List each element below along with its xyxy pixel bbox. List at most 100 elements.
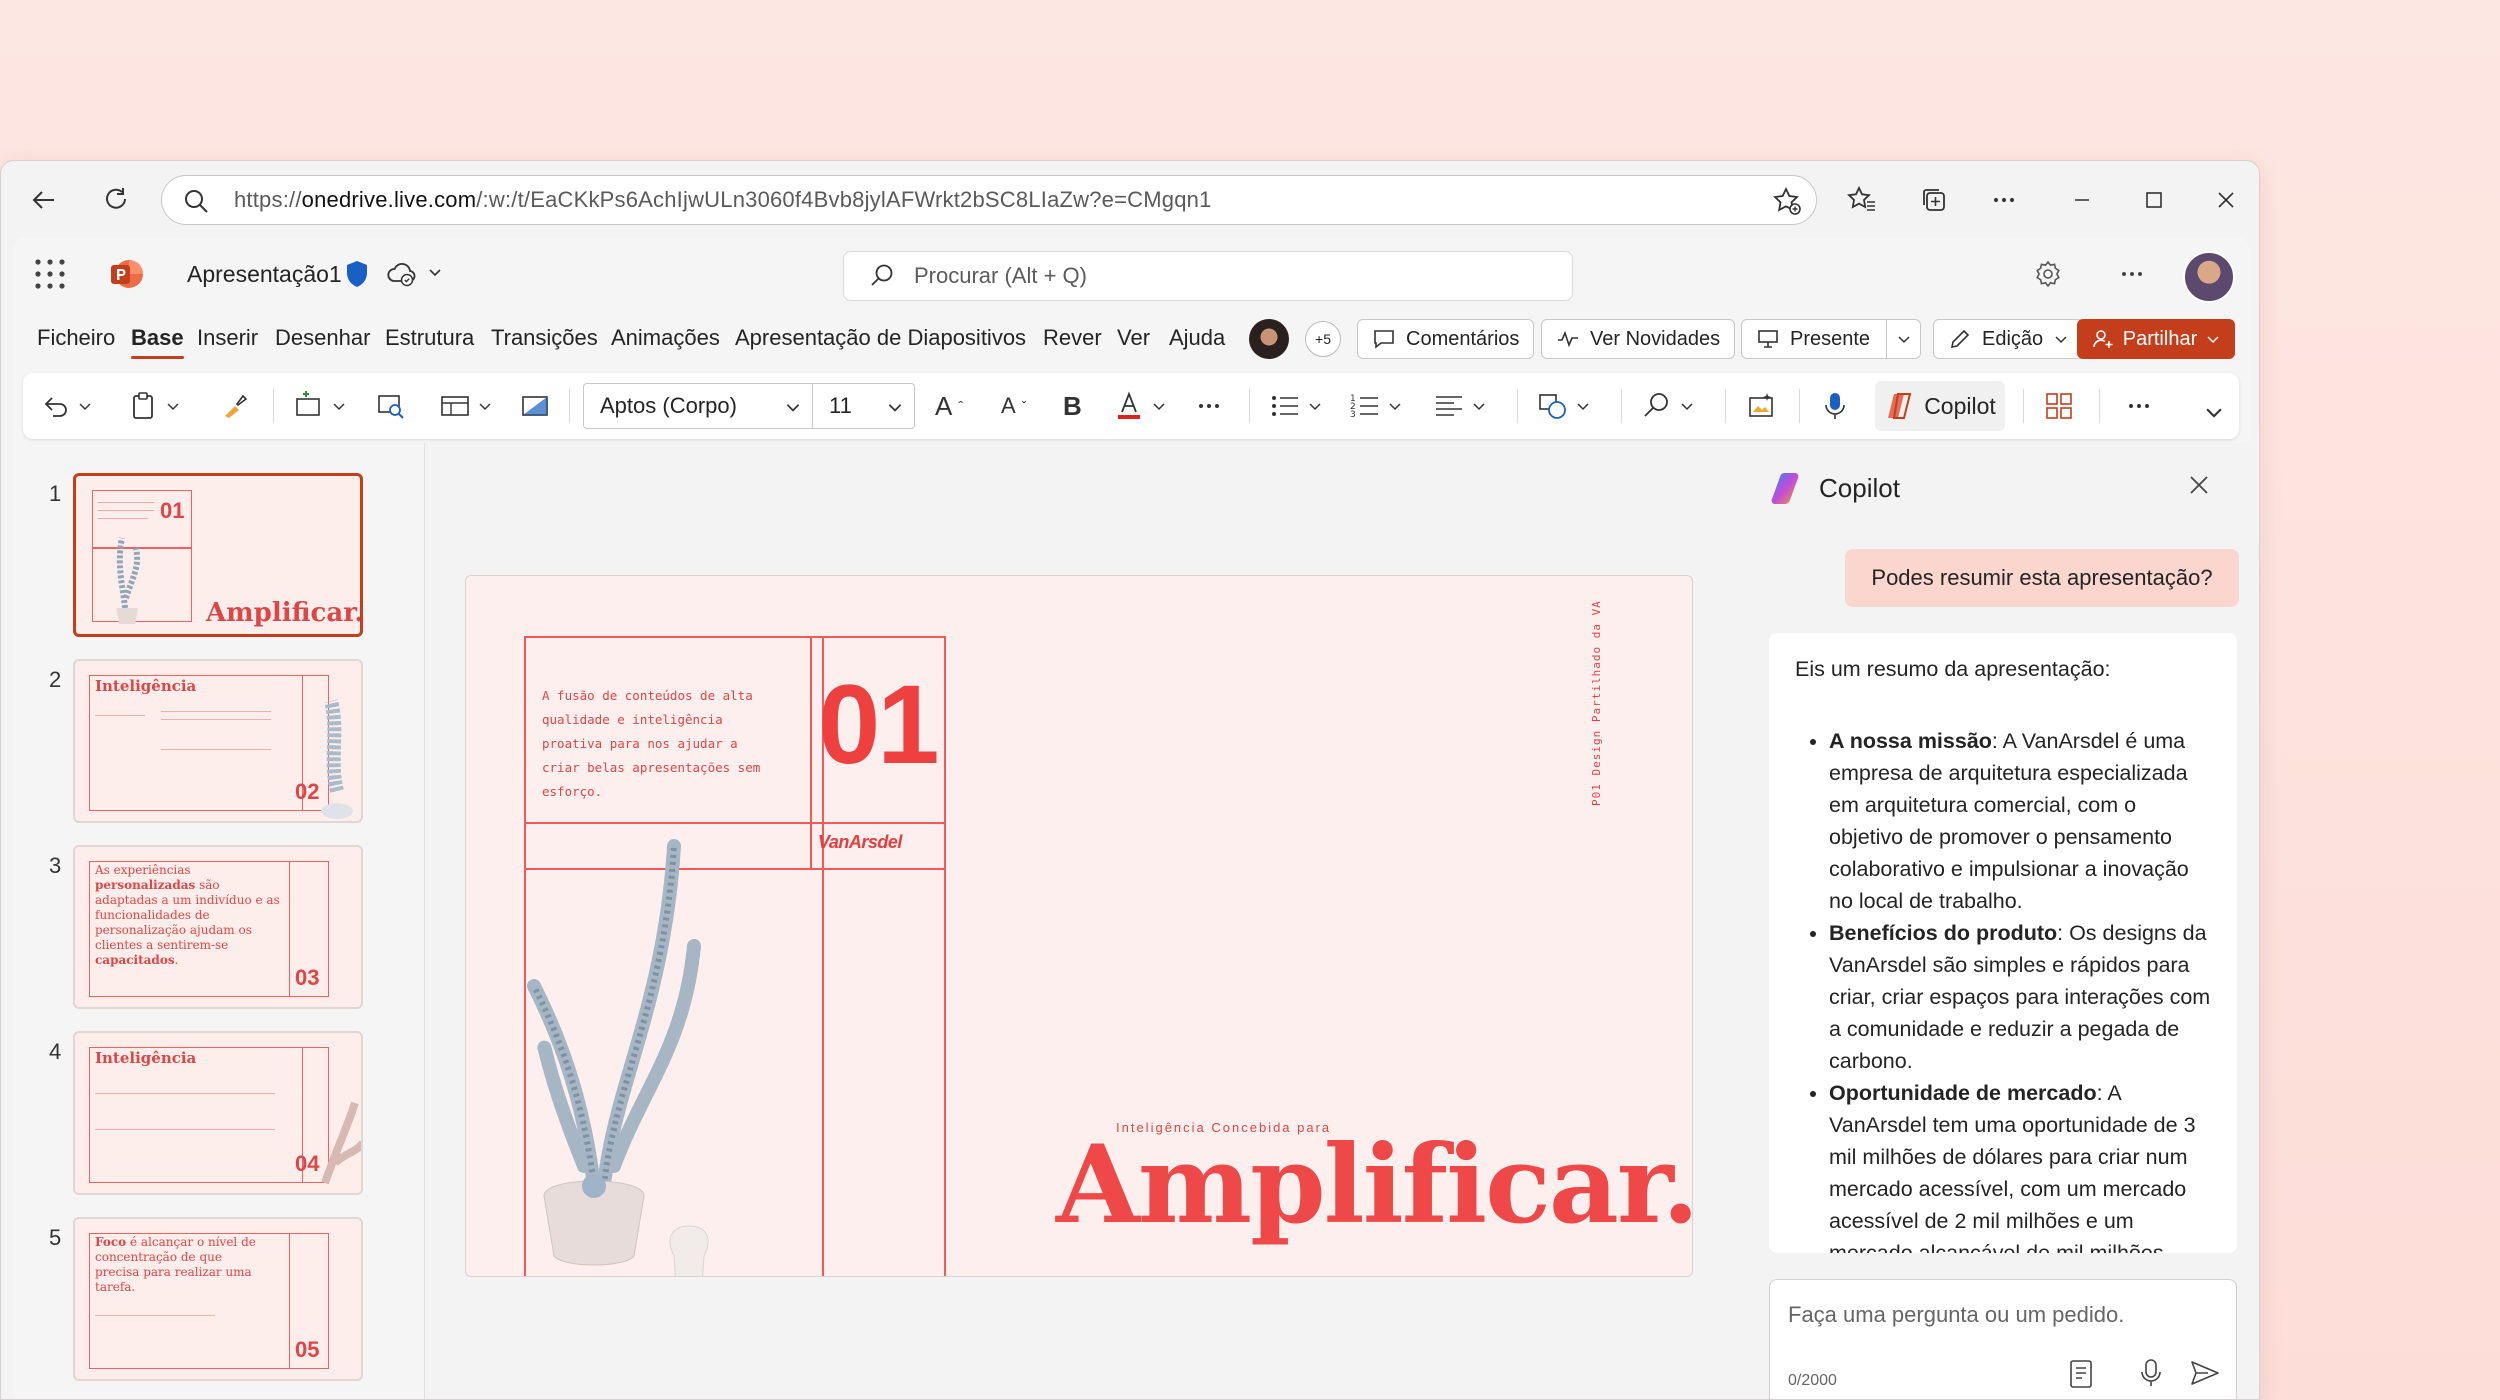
copilot-icon [1884,390,1916,422]
chevron-down-icon[interactable] [1886,319,1920,359]
add-ins-button[interactable] [2043,387,2075,425]
slide-number-large[interactable]: 01 [818,660,940,789]
format-painter-button[interactable] [219,387,251,425]
slide-thumbnail[interactable]: Inteligência 04 [73,1031,363,1195]
tab-desenhar[interactable]: Desenhar [275,325,370,351]
tab-transicoes[interactable]: Transições [491,325,598,351]
tab-base[interactable]: Base [131,325,184,359]
more-icon[interactable] [1985,181,2023,219]
find-button[interactable] [1641,387,1695,425]
align-button[interactable] [1433,387,1487,425]
slide-thumbnail[interactable]: Inteligência 02 [73,659,363,823]
thumbnail-slide-1[interactable]: 1 01 Amplificar. [13,473,425,649]
tab-ficheiro[interactable]: Ficheiro [37,325,115,351]
collaborator-avatar[interactable] [1249,319,1289,359]
bold-button[interactable]: B [1063,387,1082,425]
maximize-icon[interactable] [2135,181,2173,219]
tab-estrutura[interactable]: Estrutura [385,325,474,351]
font-size-select[interactable]: 11 [813,383,915,429]
dictate-button[interactable] [1819,387,1851,425]
thumb-text-line [95,1093,275,1094]
paste-button[interactable] [127,387,181,425]
chevron-down-icon [1471,398,1487,414]
font-family-select[interactable]: Aptos (Corpo) [583,383,813,429]
slide-thumbnail[interactable]: 01 Amplificar. [73,473,363,637]
separator [1249,389,1250,423]
copilot-button[interactable]: Copilot [1875,381,2005,431]
gear-icon[interactable] [2033,259,2063,289]
present-button[interactable]: Presente [1741,319,1921,359]
background-button[interactable] [519,387,551,425]
thumb-text-line [161,711,271,712]
tab-animacoes[interactable]: Animações [611,325,720,351]
chevron-down-icon [77,398,93,414]
tab-apresentacao[interactable]: Apresentação de Diapositivos [735,325,1026,351]
more-options-icon[interactable] [2117,259,2147,289]
search-input[interactable]: Procurar (Alt + Q) [843,251,1573,301]
user-avatar[interactable] [2183,251,2235,303]
tab-rever[interactable]: Rever [1043,325,1102,351]
app-launcher-icon[interactable] [33,257,67,291]
ribbon-toolbar: Aptos (Corpo) 11 Aˆ Aˇ B 1 2 3 Copilot [23,373,2239,439]
slide-title[interactable]: Amplificar. [1056,1122,1692,1248]
collections-icon[interactable] [1915,181,1953,219]
add-favorite-icon[interactable] [1772,186,1802,216]
more-font-options-icon[interactable] [1193,387,1225,425]
tab-inserir[interactable]: Inserir [197,325,258,351]
thumbnail-slide-3[interactable]: 3 As experiências personalizadas são ada… [13,845,425,1021]
thumbnail-slide-4[interactable]: 4 Inteligência 04 [13,1031,425,1207]
slide-thumbnail[interactable]: Foco é alcançar o nível de concentração … [73,1217,363,1381]
slide-vertical-label[interactable]: P01 Design Partilhado da VA [1590,600,1603,806]
close-window-icon[interactable] [2207,181,2245,219]
designer-button[interactable] [1745,387,1777,425]
slide-thumbnail[interactable]: As experiências personalizadas são adapt… [73,845,363,1009]
search-icon [1641,390,1673,422]
prompt-guide-icon[interactable] [2066,1356,2096,1390]
separator [273,389,274,423]
tab-ajuda[interactable]: Ajuda [1169,325,1225,351]
bullets-button[interactable] [1269,387,1323,425]
more-collaborators-badge[interactable]: +5 [1305,321,1341,357]
current-slide[interactable]: A fusão de conteúdos de alta qualidade e… [465,575,1693,1277]
microphone-icon[interactable] [2136,1356,2166,1390]
thumbnail-slide-2[interactable]: 2 Inteligência 02 [13,659,425,835]
send-icon[interactable] [2188,1356,2222,1390]
sensitivity-shield-icon[interactable] [343,259,371,289]
list-item: Oportunidade de mercado: A VanArsdel tem… [1829,1077,2211,1253]
minimize-icon[interactable] [2063,181,2101,219]
new-slide-button[interactable] [293,387,347,425]
cloud-sync-icon[interactable] [385,259,417,289]
numbering-button[interactable]: 123 [1349,387,1403,425]
editing-mode-button[interactable]: Edição [1933,319,2085,359]
copilot-icon [1767,469,1805,507]
ribbon-collapse-chevron-icon[interactable] [2203,393,2225,431]
back-icon[interactable] [25,181,63,219]
close-icon[interactable] [2185,471,2213,499]
document-title[interactable]: Apresentação1 [187,261,342,288]
grow-font-button[interactable]: Aˆ [935,387,963,425]
chevron-down-icon [1679,398,1695,414]
reload-icon[interactable] [97,181,135,219]
copilot-prompt-input[interactable]: Faça uma pergunta ou um pedido. 0/2000 [1769,1279,2237,1399]
favorites-icon[interactable] [1843,181,1881,219]
shrink-font-button[interactable]: Aˇ [1001,387,1026,425]
font-color-button[interactable] [1113,387,1167,425]
whats-new-button[interactable]: Ver Novidades [1541,319,1736,359]
address-bar[interactable]: https://onedrive.live.com/:w:/t/EaCKkPs6… [161,175,1817,225]
powerpoint-logo-icon [109,257,143,291]
response-intro: Eis um resumo da apresentação: [1795,657,2111,681]
chevron-down-icon[interactable] [425,263,445,283]
reuse-slides-button[interactable] [375,387,407,425]
more-commands-icon[interactable] [2123,387,2155,425]
thumbnail-slide-5[interactable]: 5 Foco é alcançar o nível de concentraçã… [13,1217,425,1393]
undo-button[interactable] [39,387,93,425]
layout-button[interactable] [439,387,493,425]
share-button[interactable]: Partilhar [2077,319,2235,359]
powerpoint-app: Apresentação1 Procurar (Alt + Q) Ficheir… [13,237,2249,1399]
tab-ver[interactable]: Ver [1117,325,1150,351]
comments-button[interactable]: Comentários [1357,319,1535,359]
separator [1799,389,1800,423]
shapes-button[interactable] [1537,387,1591,425]
clipboard-icon [127,390,159,422]
plant-image [315,1093,361,1193]
